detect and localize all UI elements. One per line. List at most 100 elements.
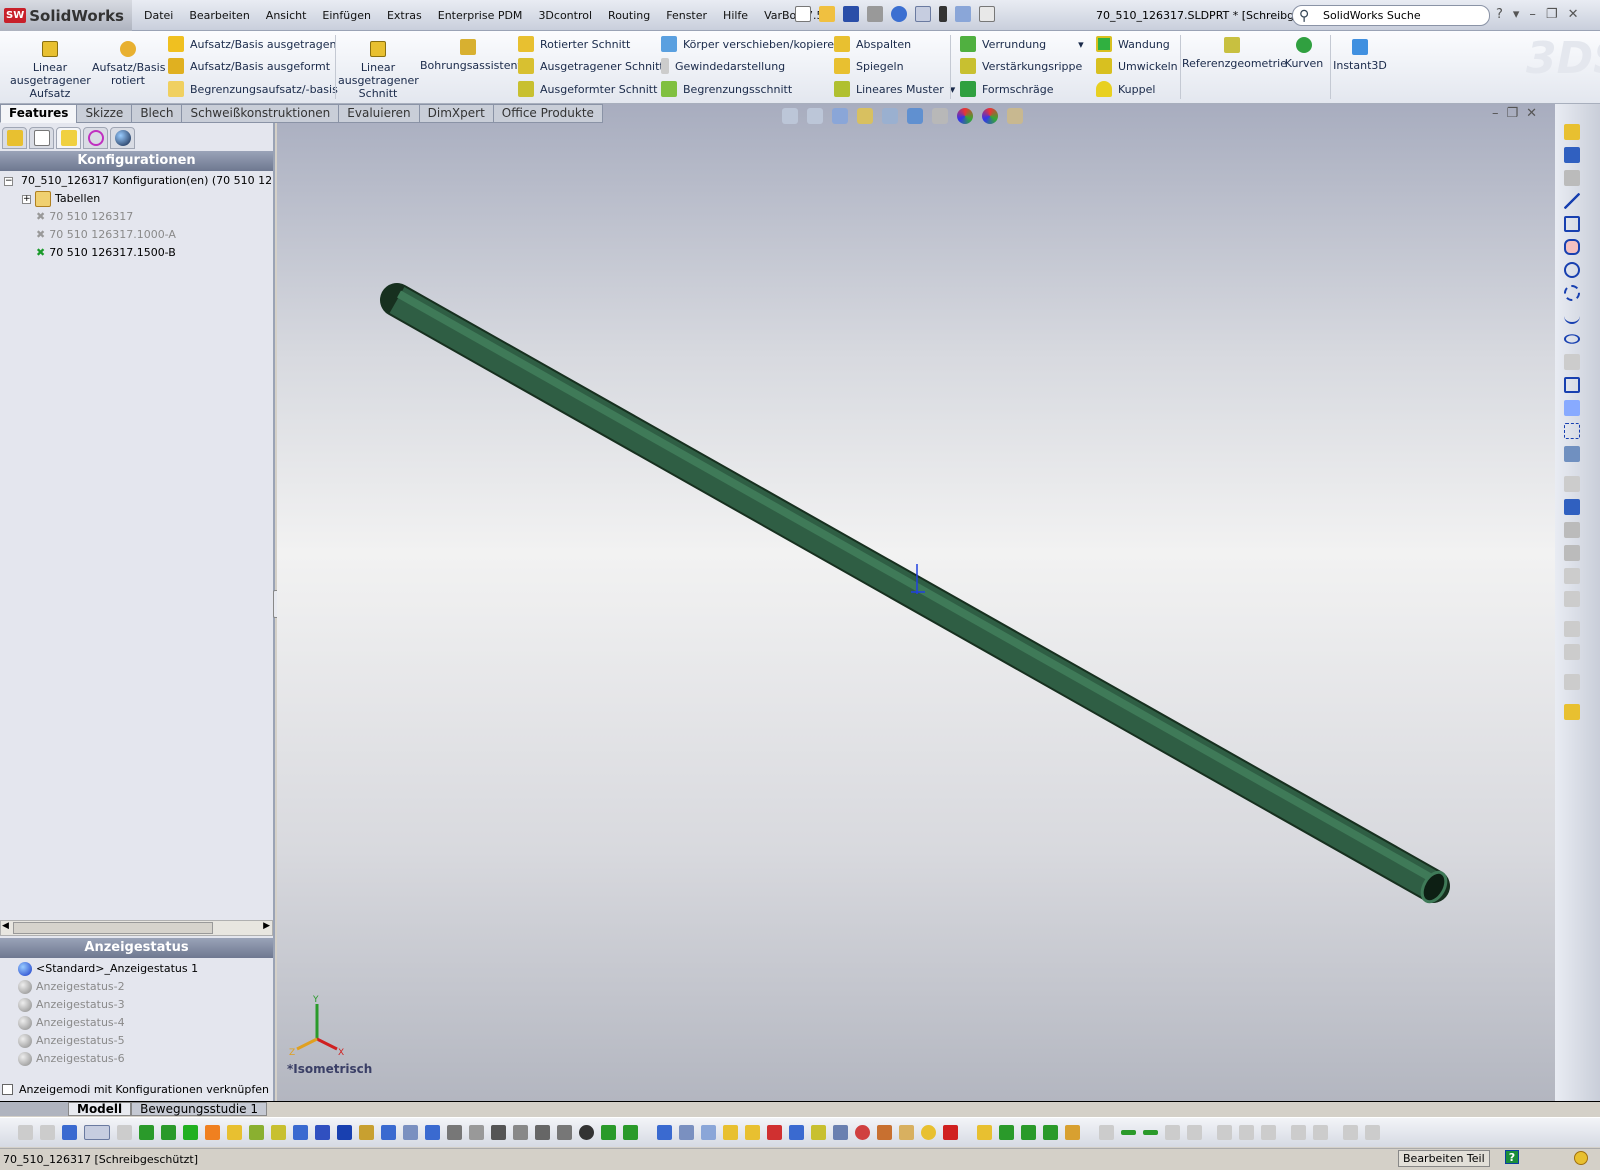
menu-enterprise-pdm[interactable]: Enterprise PDM <box>430 9 531 22</box>
disabled-tool-icon[interactable] <box>1165 1125 1180 1140</box>
referenzgeometrie-button[interactable]: Referenzgeometrie <box>1182 27 1287 70</box>
spell-check-icon[interactable] <box>657 1125 672 1140</box>
rectangle-icon[interactable] <box>1564 216 1580 232</box>
tab-dimxpert[interactable]: DimXpert <box>418 104 494 123</box>
filter-axes-icon[interactable] <box>249 1125 264 1140</box>
stop-icon[interactable] <box>943 1125 958 1140</box>
arc-icon[interactable] <box>1564 285 1580 301</box>
wandung-button[interactable]: Wandung <box>1096 36 1170 52</box>
section-properties-icon[interactable] <box>899 1125 914 1140</box>
check-box-icon[interactable] <box>745 1125 760 1140</box>
linear-note-pattern-icon[interactable] <box>723 1125 738 1140</box>
filter-surface-finish-icon[interactable] <box>425 1125 440 1140</box>
display-state-item[interactable]: Anzeigestatus-2 <box>18 978 198 996</box>
format-painter-icon[interactable] <box>679 1125 694 1140</box>
menu-3dcontrol[interactable]: 3Dcontrol <box>530 9 600 22</box>
disabled-tool-icon[interactable] <box>1239 1125 1254 1140</box>
display-state-item[interactable]: Anzeigestatus-5 <box>18 1032 198 1050</box>
spline-icon[interactable] <box>1564 308 1580 324</box>
sketch-icon[interactable] <box>1564 124 1580 140</box>
dimxpert-manager-tab[interactable] <box>83 127 108 149</box>
menu-fenster[interactable]: Fenster <box>658 9 715 22</box>
display-state-item[interactable]: Anzeigestatus-4 <box>18 1014 198 1032</box>
convert-entities-icon[interactable] <box>1564 499 1580 515</box>
select-all-filters-icon[interactable] <box>62 1125 77 1140</box>
file-properties-icon[interactable] <box>955 6 971 22</box>
horizontal-relation-icon[interactable] <box>999 1125 1014 1140</box>
sketch-tool-icon[interactable] <box>1099 1125 1114 1140</box>
tree-root[interactable]: −70_510_126317 Konfiguration(en) (70 510… <box>4 172 272 190</box>
filter-toggle-icon[interactable] <box>18 1125 33 1140</box>
quick-snaps-icon[interactable] <box>1564 674 1580 690</box>
disabled-tool-icon[interactable] <box>1365 1125 1380 1140</box>
tab-navigation-arrows[interactable] <box>0 1102 68 1116</box>
ausgeformter-schnitt-button[interactable]: Ausgeformter Schnitt <box>518 81 657 97</box>
filter-vertices-icon[interactable] <box>139 1125 154 1140</box>
repair-sketch-icon[interactable] <box>1564 644 1580 660</box>
tab-evaluieren[interactable]: Evaluieren <box>338 104 420 123</box>
collapse-icon[interactable]: − <box>4 176 13 186</box>
tab-modell[interactable]: Modell <box>68 1102 132 1116</box>
bohrungsassistent-button[interactable]: Bohrungsassistent <box>420 29 522 72</box>
circle-icon[interactable] <box>1564 262 1580 278</box>
fillet-sketch-icon[interactable] <box>1564 354 1580 370</box>
expand-icon[interactable]: + <box>22 194 31 204</box>
horizontal-scrollbar[interactable]: ◀ ▶ <box>0 920 273 936</box>
fix-icon[interactable] <box>1065 1125 1080 1140</box>
aufsatz-rotiert-button[interactable]: Aufsatz/Basis rotiert <box>92 31 165 87</box>
rebuild-traffic-light-icon[interactable] <box>939 6 947 22</box>
menu-routing[interactable]: Routing <box>600 9 658 22</box>
dropdown-arrow-icon[interactable]: ▾ <box>1078 38 1084 51</box>
disabled-tool-icon[interactable] <box>1343 1125 1358 1140</box>
smart-dimension-icon[interactable] <box>1564 147 1580 163</box>
mass-properties-icon[interactable] <box>877 1125 892 1140</box>
lineares-muster-button[interactable]: Lineares Muster ▾ <box>834 81 955 97</box>
tab-schweisskonstruktionen[interactable]: Schweißkonstruktionen <box>181 104 340 123</box>
options-icon[interactable] <box>979 6 995 22</box>
measure-icon[interactable] <box>855 1125 870 1140</box>
scrollbar-thumb[interactable] <box>13 922 213 934</box>
midpoint-alt-icon[interactable] <box>1143 1130 1158 1135</box>
filter-centerline-icon[interactable] <box>381 1125 396 1140</box>
property-manager-tab[interactable] <box>29 127 54 149</box>
config-item[interactable]: ✖ 70 510 126317.1000-A <box>4 226 272 244</box>
display-state-item-active[interactable]: <Standard>_Anzeigestatus 1 <box>18 960 198 978</box>
linear-sketch-pattern-icon[interactable] <box>1564 568 1580 584</box>
disabled-tool-icon[interactable] <box>1261 1125 1276 1140</box>
tab-blech[interactable]: Blech <box>131 104 183 123</box>
config-item-active[interactable]: ✖ 70 510 126317.1500-B <box>4 244 272 262</box>
filter-cosmetic-threads-icon[interactable] <box>535 1125 550 1140</box>
display-relations-icon[interactable] <box>1564 621 1580 637</box>
select-other-icon[interactable] <box>117 1125 132 1140</box>
filter-center-marks-icon[interactable] <box>359 1125 374 1140</box>
tag-icon[interactable] <box>1574 1151 1588 1165</box>
kurven-button[interactable]: Kurven <box>1284 27 1324 70</box>
filter-midpoints-icon[interactable] <box>337 1125 352 1140</box>
checkbox-icon[interactable] <box>2 1084 13 1095</box>
undo-icon[interactable] <box>891 6 907 22</box>
feature-tree-tab[interactable] <box>2 127 27 149</box>
balloon-icon[interactable] <box>767 1125 782 1140</box>
linear-aufsatz-button[interactable]: Linear ausgetragener Aufsatz <box>10 31 91 100</box>
line-icon[interactable] <box>1564 193 1580 209</box>
filter-edges-icon[interactable] <box>161 1125 176 1140</box>
rapid-sketch-icon[interactable] <box>1564 704 1580 720</box>
search-input[interactable]: SolidWorks Suche <box>1292 5 1490 26</box>
menu-einfuegen[interactable]: Einfügen <box>314 9 379 22</box>
config-item[interactable]: ✖ 70 510 126317 <box>4 208 272 226</box>
tab-bewegungsstudie[interactable]: Bewegungsstudie 1 <box>131 1102 267 1116</box>
filter-sketch-points-icon[interactable] <box>293 1125 308 1140</box>
filter-blocks-icon[interactable] <box>557 1125 572 1140</box>
solidworks-logo[interactable]: SW SolidWorks <box>0 0 132 31</box>
disabled-tool-icon[interactable] <box>1187 1125 1202 1140</box>
scroll-right-icon[interactable]: ▶ <box>263 921 270 931</box>
clear-filters-icon[interactable] <box>40 1125 55 1140</box>
filter-faces-icon[interactable] <box>183 1125 198 1140</box>
verrundung-button[interactable]: Verrundung ▾ <box>960 36 1084 52</box>
polygon-icon[interactable] <box>1564 377 1580 393</box>
filter-connection-points-icon[interactable] <box>623 1125 638 1140</box>
link-display-modes-checkbox[interactable]: Anzeigemodi mit Konfigurationen verknüpf… <box>2 1083 269 1096</box>
filter-solid-bodies-icon[interactable] <box>227 1125 242 1140</box>
offset-entities-icon[interactable] <box>1564 522 1580 538</box>
midpoint-icon[interactable] <box>1121 1130 1136 1135</box>
